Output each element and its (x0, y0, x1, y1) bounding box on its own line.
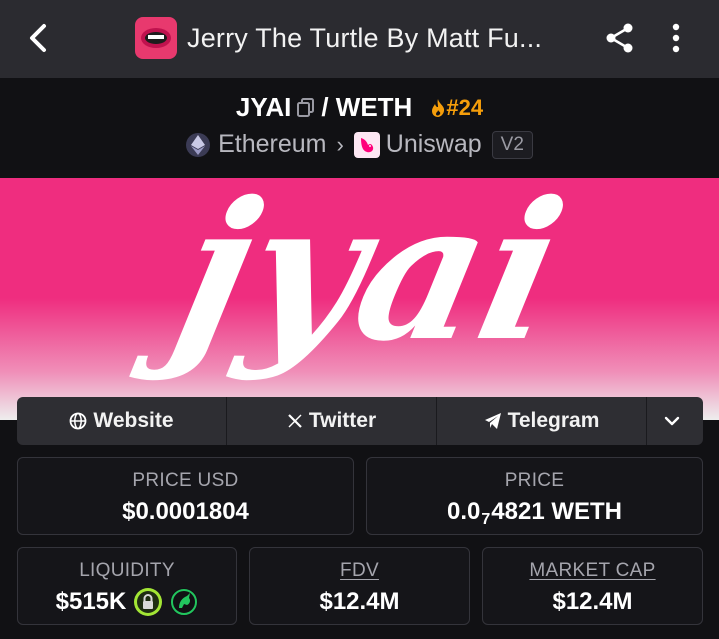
telegram-link[interactable]: Telegram (437, 397, 647, 445)
price-prefix: 0.0 (447, 498, 481, 525)
market-cap-card[interactable]: MARKET CAP $12.4M (482, 547, 703, 625)
unicorn-icon (171, 589, 198, 615)
telegram-label: Telegram (507, 409, 600, 432)
price-native-label: PRICE (504, 470, 565, 491)
twitter-link[interactable]: Twitter (227, 397, 437, 445)
quote-token-symbol: / WETH (321, 92, 413, 122)
back-button[interactable] (18, 18, 58, 58)
copy-address-button[interactable] (297, 97, 315, 118)
dex-version-badge: V2 (491, 130, 533, 159)
website-link[interactable]: Website (17, 397, 227, 445)
price-zero-count: 7 (481, 511, 491, 528)
chevron-right-icon: › (336, 131, 344, 157)
uniswap-icon (353, 131, 380, 158)
lock-icon (137, 591, 160, 613)
svg-text:jyai: jyai (127, 178, 580, 383)
base-token-symbol: JYAI (235, 92, 292, 122)
flame-icon (432, 98, 445, 117)
more-links-dropdown[interactable] (647, 397, 703, 445)
fdv-card[interactable]: FDV $12.4M (249, 547, 470, 625)
globe-icon (70, 412, 87, 430)
price-native-value: 0.0 7 4821 WETH (367, 498, 702, 528)
token-title: Jerry The Turtle By Matt Fu... (135, 17, 542, 59)
liquidity-label: LIQUIDITY (79, 560, 175, 581)
lips-icon (141, 28, 171, 48)
share-icon (606, 23, 633, 53)
social-links-bar: Website Twitter Telegram (17, 397, 703, 445)
share-button[interactable] (600, 18, 640, 58)
token-avatar (135, 17, 177, 59)
telegram-icon (484, 413, 501, 429)
pair-header: JYAI / WETH #24 Ethereum › Uniswap V2 (0, 78, 719, 178)
rank-label: #24 (446, 94, 484, 120)
chain-line: Ethereum › Uniswap V2 (0, 130, 719, 159)
more-menu-button[interactable] (656, 18, 696, 58)
website-label: Website (93, 409, 174, 432)
more-vertical-icon (672, 23, 680, 53)
token-banner: jyai (0, 178, 719, 420)
trending-rank[interactable]: #24 (430, 95, 483, 121)
price-suffix: 4821 WETH (491, 498, 622, 525)
ethereum-icon (186, 132, 211, 157)
pair-line: JYAI / WETH #24 (0, 92, 719, 123)
liquidity-lock-button[interactable] (134, 588, 163, 616)
market-cap-value: $12.4M (552, 588, 633, 615)
app-bar: Jerry The Turtle By Matt Fu... (0, 0, 719, 78)
back-arrow-icon (30, 24, 46, 52)
market-cap-label[interactable]: MARKET CAP (483, 560, 702, 582)
x-icon (288, 414, 302, 428)
price-usd-value: $0.0001804 (122, 498, 249, 525)
jyai-logo-image: jyai (127, 178, 580, 383)
liquidity-card: LIQUIDITY $515K (17, 547, 237, 625)
app-title: Jerry The Turtle By Matt Fu... (187, 22, 543, 53)
price-usd-card: PRICE USD $0.0001804 (17, 457, 354, 535)
chain-name[interactable]: Ethereum (218, 130, 326, 159)
dex-name[interactable]: Uniswap (386, 130, 482, 159)
uncx-lock-button[interactable] (170, 588, 199, 616)
chevron-down-icon (664, 416, 680, 426)
liquidity-value-row: $515K (18, 588, 236, 616)
price-usd-label: PRICE USD (132, 470, 239, 491)
price-native-card[interactable]: PRICE 0.0 7 4821 WETH (366, 457, 703, 535)
fdv-label[interactable]: FDV (250, 560, 469, 582)
twitter-label: Twitter (308, 409, 377, 432)
liquidity-value: $515K (55, 588, 127, 615)
copy-icon (297, 97, 315, 117)
fdv-value: $12.4M (319, 588, 400, 615)
